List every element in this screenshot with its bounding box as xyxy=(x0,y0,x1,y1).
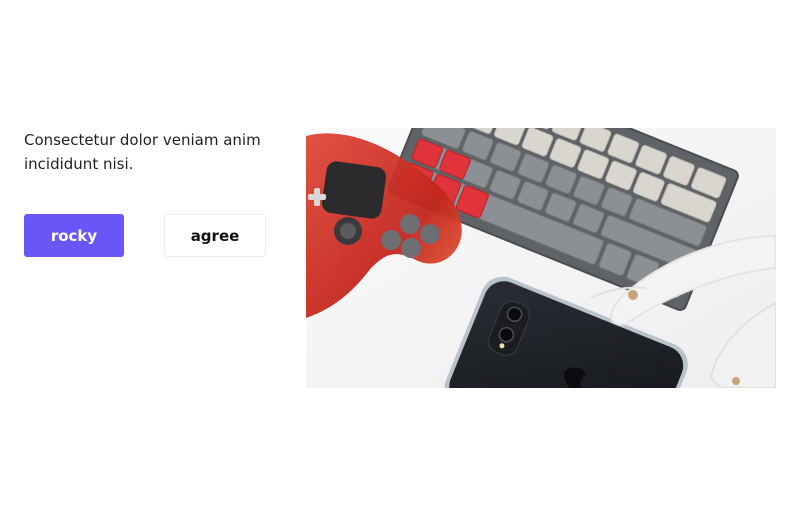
rocky-button[interactable]: rocky xyxy=(24,214,124,257)
hero-image xyxy=(306,128,776,388)
agree-button[interactable]: agree xyxy=(164,214,266,257)
hero-text: Consectetur dolor veniam anim incididunt… xyxy=(24,131,261,173)
